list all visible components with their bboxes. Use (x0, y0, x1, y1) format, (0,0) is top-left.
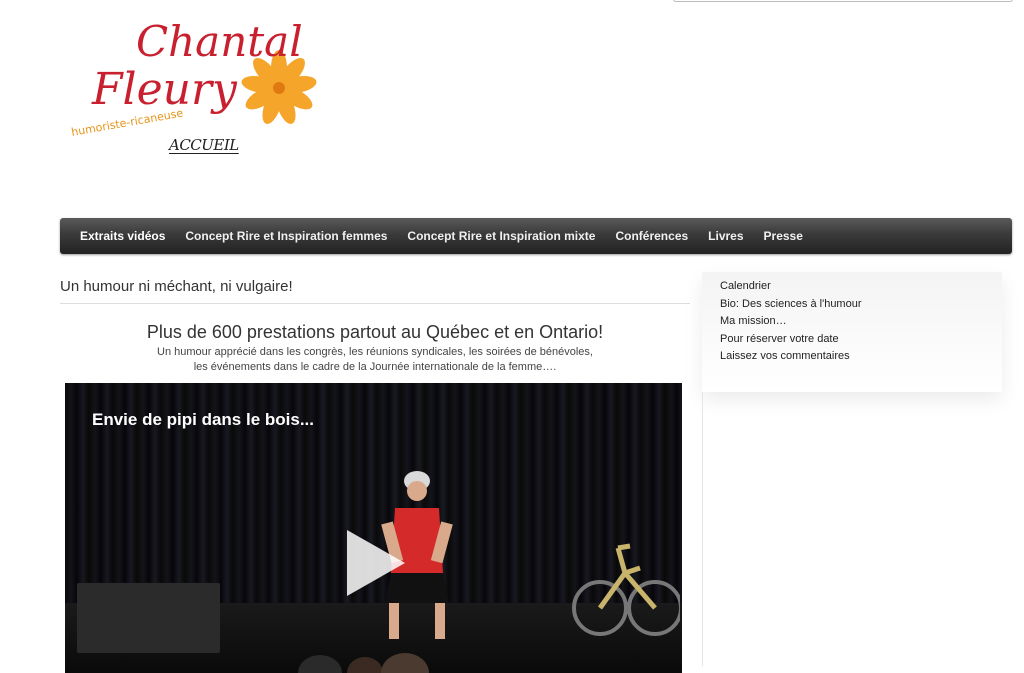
nav-conferences[interactable]: Conférences (605, 229, 698, 243)
video-title: Envie de pipi dans le bois... (92, 410, 314, 429)
sidebar: Calendrier Bio: Des sciences à l'humour … (702, 272, 1002, 392)
sidebar-link-bio[interactable]: Bio: Des sciences à l'humour (720, 296, 1002, 314)
sidebar-link-commentaires[interactable]: Laissez vos commentaires (720, 348, 1002, 366)
sidebar-divider (702, 392, 703, 666)
subtext-line1: Un humour apprécié dans les congrès, les… (157, 346, 593, 358)
main-content: Un humour ni méchant, ni vulgaire! Plus … (60, 270, 690, 375)
page-title: Un humour ni méchant, ni vulgaire! (60, 270, 690, 304)
search-input[interactable] (673, 0, 1013, 2)
main-navbar: Extraits vidéos Concept Rire et Inspirat… (60, 218, 1012, 254)
play-icon[interactable] (339, 528, 409, 598)
audience-silhouettes (298, 653, 429, 673)
sidebar-link-reserver[interactable]: Pour réserver votre date (720, 331, 1002, 349)
nav-presse[interactable]: Presse (754, 229, 813, 243)
sidebar-link-calendrier[interactable]: Calendrier (720, 278, 1002, 296)
video-player[interactable]: Envie de pipi dans le bois... (65, 383, 682, 673)
nav-livres[interactable]: Livres (698, 229, 753, 243)
nav-extraits-videos[interactable]: Extraits vidéos (70, 229, 175, 243)
brand-name-line1: Chantal (136, 17, 303, 66)
bicycle-icon (572, 543, 680, 636)
nav-concept-femmes[interactable]: Concept Rire et Inspiration femmes (175, 229, 397, 243)
subtext-line2: les événements dans le cadre de la Journ… (193, 361, 557, 373)
home-link[interactable]: ACCUEIL (169, 136, 239, 154)
nav-concept-mixte[interactable]: Concept Rire et Inspiration mixte (397, 229, 605, 243)
headline: Plus de 600 prestations partout au Québe… (146, 322, 604, 342)
brand-name-line2: Fleury (91, 64, 238, 115)
sidebar-link-mission[interactable]: Ma mission… (720, 313, 1002, 331)
